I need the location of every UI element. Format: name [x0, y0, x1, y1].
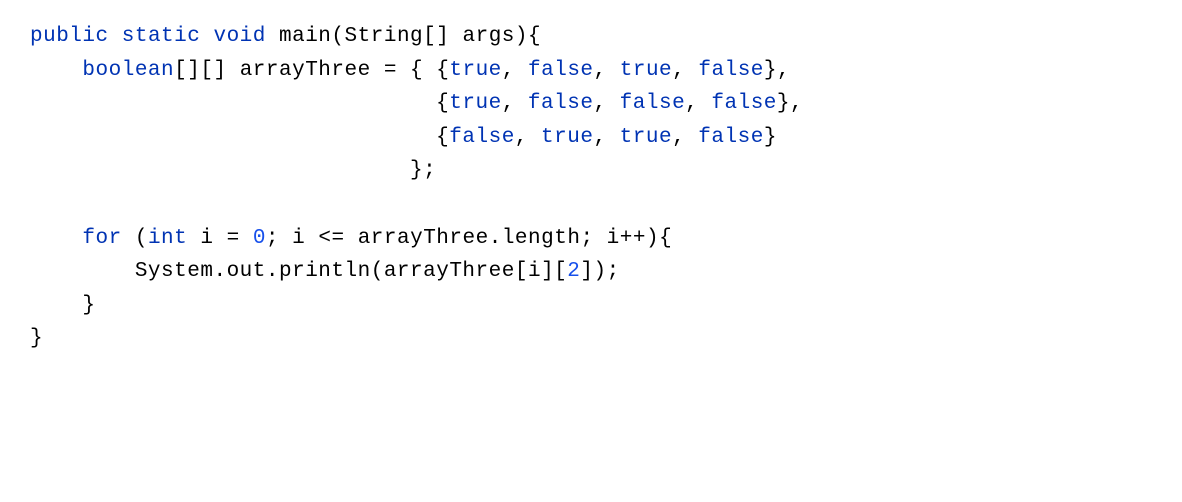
punct-lbrace: { [436, 126, 449, 149]
identifier-i: i [607, 227, 620, 250]
punct-rbrace: } [764, 126, 777, 149]
code-pre: public static void main(String[] args){ … [30, 20, 803, 356]
operator-le: <= [318, 227, 344, 250]
punct-rbrace: } [777, 92, 790, 115]
punct-rbrace: } [82, 294, 95, 317]
code-block: public static void main(String[] args){ … [30, 20, 803, 356]
identifier-i: i [528, 260, 541, 283]
punct-comma: , [594, 59, 607, 82]
punct-semi: ; [580, 227, 593, 250]
punct-lbracket: [ [554, 260, 567, 283]
punct-lbrace: { [436, 92, 449, 115]
punct-comma: , [790, 92, 803, 115]
literal-true: true [541, 126, 593, 149]
literal-2: 2 [567, 260, 580, 283]
identifier-i: i [200, 227, 213, 250]
punct-rbrace: } [30, 327, 43, 350]
punct-rparen: ) [646, 227, 659, 250]
identifier-arrayThree: arrayThree [240, 59, 371, 82]
punct-comma: , [685, 92, 698, 115]
punct-rparen: ) [515, 25, 528, 48]
identifier-println: println [279, 260, 371, 283]
literal-false: false [528, 59, 594, 82]
punct-dot: . [489, 227, 502, 250]
identifier-System: System [135, 260, 214, 283]
keyword-void: void [213, 25, 265, 48]
punct-rbrace: } [764, 59, 777, 82]
punct-rparen: ) [594, 260, 607, 283]
punct-brackets: [] [174, 59, 200, 82]
punct-comma: , [593, 92, 606, 115]
identifier-arrayThree: arrayThree [384, 260, 515, 283]
identifier-args: args [462, 25, 514, 48]
punct-lparen: ( [135, 227, 148, 250]
identifier-main: main [279, 25, 331, 48]
identifier-arrayThree: arrayThree [358, 227, 489, 250]
punct-rbracket: ] [541, 260, 554, 283]
punct-dot: . [213, 260, 226, 283]
punct-comma: , [672, 126, 685, 149]
keyword-boolean: boolean [82, 59, 174, 82]
keyword-static: static [122, 25, 201, 48]
punct-comma: , [502, 92, 515, 115]
identifier-String: String [345, 25, 424, 48]
identifier-i: i [292, 227, 305, 250]
punct-rbrace: } [410, 159, 423, 182]
keyword-for: for [82, 227, 121, 250]
identifier-out: out [227, 260, 266, 283]
literal-false: false [698, 126, 764, 149]
punct-comma: , [515, 126, 528, 149]
literal-true: true [449, 59, 501, 82]
punct-semi: ; [607, 260, 620, 283]
literal-true: true [620, 59, 672, 82]
punct-comma: , [593, 126, 606, 149]
literal-false: false [449, 126, 515, 149]
punct-semi: ; [266, 227, 279, 250]
literal-true: true [449, 92, 501, 115]
punct-comma: , [672, 59, 685, 82]
literal-true: true [620, 126, 672, 149]
punct-rbracket: ] [580, 260, 593, 283]
punct-lbrace: { [659, 227, 672, 250]
punct-comma: , [502, 59, 515, 82]
keyword-int: int [148, 227, 187, 250]
punct-lbracket: [ [515, 260, 528, 283]
keyword-public: public [30, 25, 109, 48]
literal-false: false [711, 92, 777, 115]
literal-false: false [528, 92, 594, 115]
literal-false: false [620, 92, 686, 115]
punct-brackets: [] [200, 59, 226, 82]
operator-inc: ++ [620, 227, 646, 250]
punct-lparen: ( [371, 260, 384, 283]
punct-lbrace: { [528, 25, 541, 48]
punct-eq: = [384, 59, 397, 82]
punct-brackets: [] [423, 25, 449, 48]
punct-lbrace: { [410, 59, 423, 82]
punct-dot: . [266, 260, 279, 283]
punct-lparen: ( [331, 25, 344, 48]
punct-eq: = [227, 227, 240, 250]
punct-comma: , [777, 59, 790, 82]
punct-lbrace: { [436, 59, 449, 82]
literal-0: 0 [253, 227, 266, 250]
identifier-length: length [502, 227, 581, 250]
punct-semi: ; [423, 159, 436, 182]
literal-false: false [698, 59, 764, 82]
